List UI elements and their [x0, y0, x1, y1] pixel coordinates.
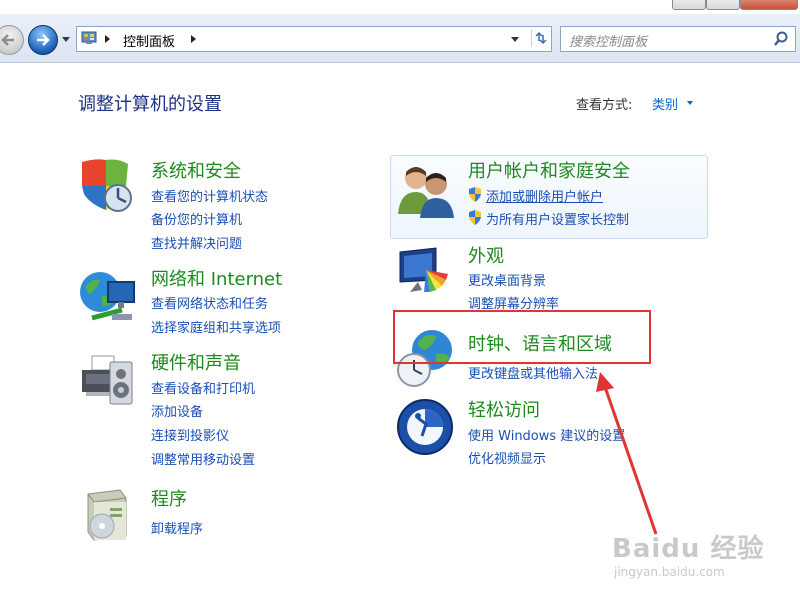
link-parental-controls[interactable]: 为所有用户设置家长控制: [486, 209, 629, 228]
back-arrow-icon: [1, 34, 14, 46]
address-bar[interactable]: 控制面板: [76, 26, 552, 52]
highlight-box: [393, 310, 651, 364]
forward-button[interactable]: [28, 25, 58, 55]
search-icon[interactable]: [773, 31, 789, 47]
category-title-system-security[interactable]: 系统和安全: [151, 157, 241, 183]
view-by-chevron-down-icon[interactable]: [687, 101, 693, 105]
back-button[interactable]: [0, 25, 24, 55]
link-change-desktop-background[interactable]: 更改桌面背景: [468, 270, 546, 289]
uac-shield-icon: [469, 210, 481, 225]
breadcrumb-separator-icon[interactable]: [105, 35, 110, 43]
minimize-button[interactable]: [672, 0, 706, 10]
view-by-label: 查看方式:: [576, 98, 633, 113]
link-troubleshoot[interactable]: 查找并解决问题: [151, 233, 242, 252]
link-devices-printers[interactable]: 查看设备和打印机: [151, 378, 255, 397]
refresh-button[interactable]: [531, 29, 550, 47]
annotation-arrow-icon: [596, 372, 658, 535]
link-add-remove-user[interactable]: 添加或删除用户帐户: [486, 186, 603, 205]
link-view-network-status[interactable]: 查看网络状态和任务: [151, 293, 268, 312]
link-homegroup-sharing[interactable]: 选择家庭组和共享选项: [151, 317, 281, 336]
link-change-keyboard-input[interactable]: 更改键盘或其他输入法: [468, 363, 598, 382]
breadcrumb-control-panel[interactable]: 控制面板: [123, 31, 175, 50]
uac-shield-icon: [469, 187, 481, 202]
link-add-device[interactable]: 添加设备: [151, 401, 203, 420]
forward-arrow-icon: [37, 34, 50, 46]
link-uninstall-program[interactable]: 卸载程序: [151, 518, 203, 537]
search-box[interactable]: 搜索控制面板: [560, 26, 796, 52]
recent-pages-dropdown[interactable]: [62, 37, 70, 42]
category-title-ease-of-access[interactable]: 轻松访问: [468, 396, 540, 422]
category-title-hardware-sound[interactable]: 硬件和声音: [151, 349, 241, 375]
search-placeholder[interactable]: 搜索控制面板: [569, 31, 647, 50]
category-title-network-internet[interactable]: 网络和 Internet: [151, 265, 282, 291]
breadcrumb-child-arrow-icon[interactable]: [191, 35, 196, 43]
printer-speaker-icon[interactable]: [78, 352, 136, 412]
control-panel-icon: [81, 31, 97, 44]
category-title-user-accounts[interactable]: 用户帐户和家庭安全: [468, 157, 630, 183]
programs-box-disc-icon[interactable]: [80, 486, 134, 542]
appearance-monitor-icon[interactable]: [396, 246, 456, 302]
ease-of-access-icon[interactable]: [396, 398, 454, 456]
address-history-dropdown[interactable]: [511, 37, 519, 42]
page-title: 调整计算机的设置: [78, 94, 222, 115]
system-security-shield-icon[interactable]: [78, 156, 136, 214]
link-backup-computer[interactable]: 备份您的计算机: [151, 209, 242, 228]
close-button[interactable]: [740, 0, 798, 10]
link-optimize-video-display[interactable]: 优化视频显示: [468, 448, 546, 467]
link-mobility-settings[interactable]: 调整常用移动设置: [151, 449, 255, 468]
watermark-brand: Baidu 经验: [612, 534, 765, 564]
network-globe-icon[interactable]: [78, 268, 140, 328]
maximize-button[interactable]: [706, 0, 740, 10]
refresh-icon: [535, 31, 547, 45]
category-title-programs[interactable]: 程序: [151, 485, 187, 511]
link-connect-projector[interactable]: 连接到投影仪: [151, 425, 229, 444]
users-icon[interactable]: [396, 160, 456, 218]
navigation-bar: 控制面板 搜索控制面板: [0, 14, 800, 63]
watermark-url: jingyan.baidu.com: [614, 565, 725, 579]
category-title-appearance[interactable]: 外观: [468, 242, 504, 268]
link-view-computer-status[interactable]: 查看您的计算机状态: [151, 186, 268, 205]
view-by-dropdown[interactable]: 类别: [652, 94, 678, 113]
